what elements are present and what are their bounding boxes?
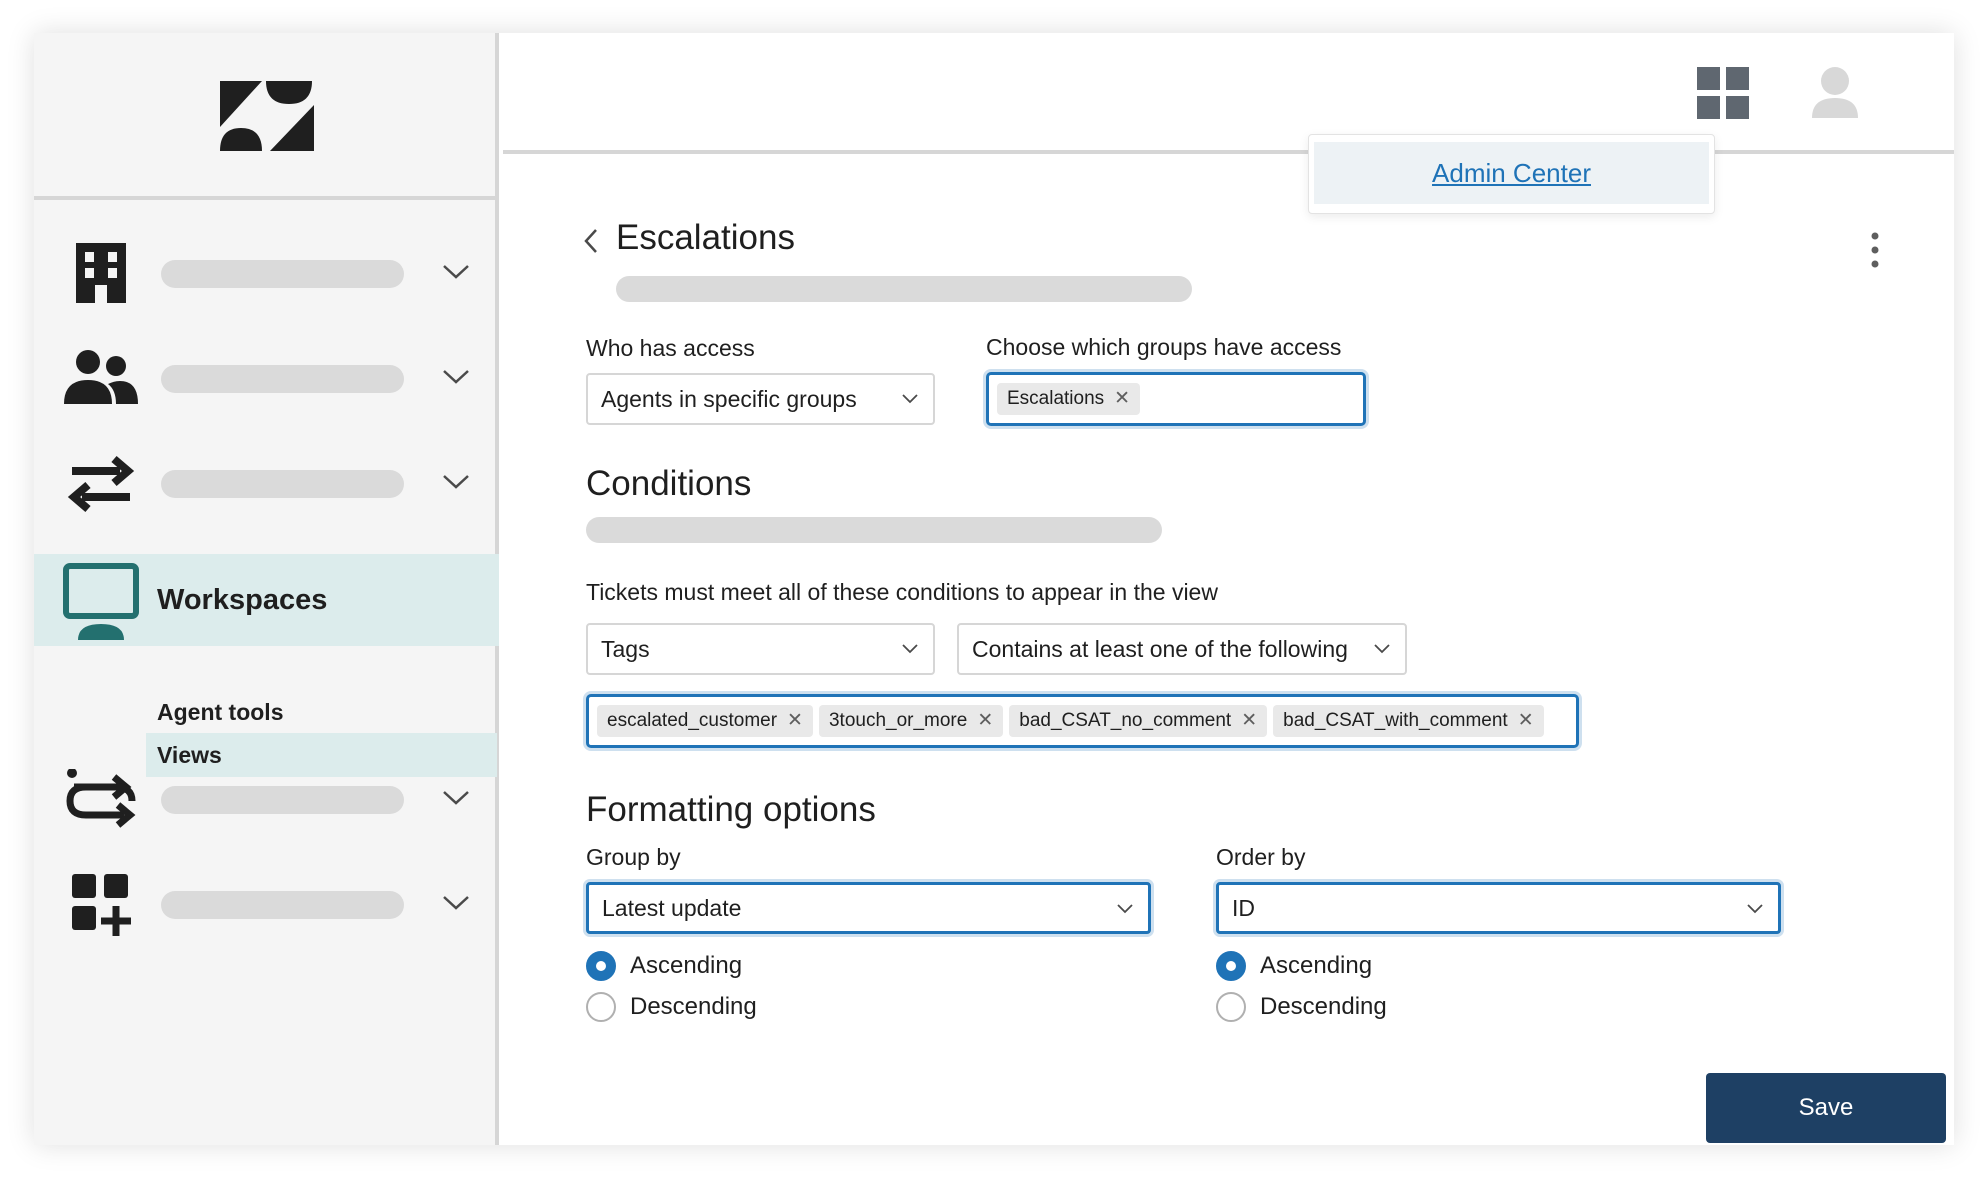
monitor-icon bbox=[62, 562, 140, 640]
description-placeholder bbox=[616, 276, 1192, 302]
sidebar-item-6[interactable] bbox=[34, 859, 499, 949]
chevron-down-icon bbox=[902, 644, 918, 654]
chevron-down-icon[interactable] bbox=[442, 262, 470, 282]
main-content: Escalations Who has access Agents in spe… bbox=[503, 158, 1954, 1145]
order-by-select[interactable]: ID bbox=[1216, 882, 1781, 934]
chevron-down-icon bbox=[1374, 644, 1390, 654]
conditions-rule-label: Tickets must meet all of these condition… bbox=[586, 579, 1218, 605]
back-chevron-icon[interactable] bbox=[583, 228, 599, 254]
radio-unselected-icon[interactable] bbox=[1216, 992, 1246, 1022]
radio-label: Descending bbox=[630, 993, 757, 1020]
save-button[interactable]: Save bbox=[1706, 1073, 1946, 1143]
condition-tag-label: bad_CSAT_no_comment bbox=[1019, 710, 1232, 731]
condition-tag: bad_CSAT_with_comment ✕ bbox=[1273, 705, 1544, 737]
condition-tag-label: escalated_customer bbox=[607, 710, 778, 731]
sidebar-item-1[interactable] bbox=[34, 228, 499, 318]
order-by-label: Order by bbox=[1216, 844, 1306, 870]
condition-field-select[interactable]: Tags bbox=[586, 623, 935, 675]
chevron-down-icon[interactable] bbox=[442, 367, 470, 387]
more-options-icon[interactable] bbox=[1865, 230, 1885, 270]
admin-center-link[interactable]: Admin Center bbox=[1314, 142, 1709, 204]
who-has-access-value: Agents in specific groups bbox=[601, 386, 857, 412]
remove-tag-icon[interactable]: ✕ bbox=[977, 705, 993, 737]
workflow-icon bbox=[64, 769, 138, 831]
zendesk-logo[interactable] bbox=[220, 81, 314, 151]
condition-tag: bad_CSAT_no_comment ✕ bbox=[1009, 705, 1268, 737]
apps-add-icon bbox=[64, 874, 138, 936]
who-has-access-select[interactable]: Agents in specific groups bbox=[586, 373, 935, 425]
group-by-select[interactable]: Latest update bbox=[586, 882, 1151, 934]
condition-tag: 3touch_or_more ✕ bbox=[818, 705, 1004, 737]
sidebar-subitem-agent-tools[interactable]: Agent tools bbox=[146, 690, 497, 734]
chevron-down-icon bbox=[902, 394, 918, 404]
order-ascending-radio[interactable]: Ascending bbox=[1216, 949, 1372, 983]
sidebar-item-workspaces[interactable]: Workspaces bbox=[34, 554, 499, 646]
order-descending-radio[interactable]: Descending bbox=[1216, 990, 1387, 1024]
radio-unselected-icon[interactable] bbox=[586, 992, 616, 1022]
groups-access-label: Choose which groups have access bbox=[986, 334, 1342, 360]
conditions-placeholder bbox=[586, 517, 1162, 543]
sidebar-item-placeholder bbox=[161, 470, 404, 498]
sidebar-item-3[interactable] bbox=[34, 438, 499, 528]
chevron-down-icon[interactable] bbox=[442, 788, 470, 808]
page-title: Escalations bbox=[616, 218, 795, 257]
chevron-down-icon bbox=[1747, 904, 1763, 914]
sidebar: Workspaces Agent tools Views bbox=[34, 33, 499, 1145]
sidebar-item-placeholder bbox=[161, 260, 404, 288]
radio-selected-icon[interactable] bbox=[586, 951, 616, 981]
condition-field-value: Tags bbox=[601, 636, 650, 662]
who-has-access-label: Who has access bbox=[586, 335, 755, 361]
group-descending-radio[interactable]: Descending bbox=[586, 990, 757, 1024]
radio-selected-icon[interactable] bbox=[1216, 951, 1246, 981]
sidebar-item-placeholder bbox=[161, 891, 404, 919]
sidebar-item-placeholder bbox=[161, 786, 404, 814]
chevron-down-icon bbox=[1117, 904, 1133, 914]
arrows-swap-icon bbox=[64, 453, 138, 515]
app-window: Workspaces Agent tools Views Escalations bbox=[34, 33, 1954, 1145]
sidebar-item-label: Workspaces bbox=[157, 584, 328, 616]
order-by-value: ID bbox=[1232, 895, 1255, 921]
chevron-down-icon[interactable] bbox=[442, 893, 470, 913]
sidebar-item-placeholder bbox=[161, 365, 404, 393]
logo-area bbox=[34, 33, 499, 200]
remove-tag-icon[interactable]: ✕ bbox=[787, 705, 803, 737]
group-tag-label: Escalations bbox=[1007, 388, 1105, 409]
group-tag: Escalations ✕ bbox=[997, 383, 1141, 415]
group-by-label: Group by bbox=[586, 844, 681, 870]
radio-label: Ascending bbox=[630, 952, 743, 979]
sidebar-item-2[interactable] bbox=[34, 333, 499, 423]
condition-tag-label: 3touch_or_more bbox=[828, 710, 968, 731]
remove-tag-icon[interactable]: ✕ bbox=[1114, 383, 1130, 415]
admin-center-menu: Admin Center bbox=[1308, 134, 1715, 214]
radio-label: Ascending bbox=[1260, 952, 1373, 979]
condition-operator-value: Contains at least one of the following bbox=[972, 636, 1348, 662]
condition-tag-label: bad_CSAT_with_comment bbox=[1283, 710, 1508, 731]
groups-access-input[interactable]: Escalations ✕ bbox=[986, 372, 1366, 426]
remove-tag-icon[interactable]: ✕ bbox=[1241, 705, 1257, 737]
remove-tag-icon[interactable]: ✕ bbox=[1518, 705, 1534, 737]
group-by-value: Latest update bbox=[602, 895, 742, 921]
condition-tag: escalated_customer ✕ bbox=[597, 705, 813, 737]
user-avatar-icon[interactable] bbox=[1810, 66, 1860, 118]
condition-operator-select[interactable]: Contains at least one of the following bbox=[957, 623, 1407, 675]
chevron-down-icon[interactable] bbox=[442, 472, 470, 492]
group-ascending-radio[interactable]: Ascending bbox=[586, 949, 742, 983]
building-icon bbox=[64, 243, 138, 305]
sidebar-item-5[interactable] bbox=[34, 754, 499, 844]
people-icon bbox=[64, 348, 138, 410]
radio-label: Descending bbox=[1260, 993, 1387, 1020]
apps-grid-icon[interactable] bbox=[1697, 67, 1749, 119]
condition-tags-input[interactable]: escalated_customer ✕ 3touch_or_more ✕ bad_… bbox=[586, 694, 1579, 748]
formatting-heading: Formatting options bbox=[586, 790, 876, 829]
top-bar bbox=[503, 33, 1954, 154]
conditions-heading: Conditions bbox=[586, 464, 752, 503]
